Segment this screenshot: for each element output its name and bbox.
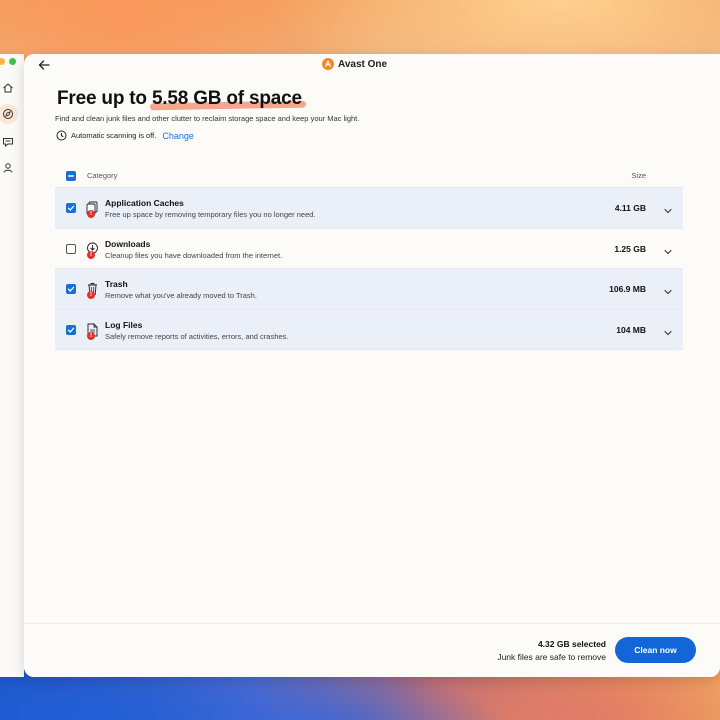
junk-category-table: Category Size ! Application Caches Free … (55, 164, 683, 350)
row-size: 1.25 GB (614, 243, 646, 254)
row-description: Remove what you've already moved to Tras… (105, 291, 257, 300)
table-header: Category Size (55, 164, 683, 188)
arrow-left-icon (38, 60, 50, 70)
avast-logo-icon (322, 58, 334, 70)
row-checkbox[interactable] (66, 284, 76, 294)
app-brand: Avast One (322, 58, 387, 70)
download-icon: ! (86, 242, 99, 259)
scan-status: Automatic scanning is off. Change (56, 130, 194, 141)
clean-now-button[interactable]: Clean now (615, 637, 696, 663)
minus-icon (68, 175, 74, 177)
change-link[interactable]: Change (162, 131, 194, 141)
checkmark-icon (67, 286, 75, 292)
table-row[interactable]: ! Application Caches Free up space by re… (55, 188, 683, 229)
title-highlight: 5.58 GB of space (151, 88, 302, 109)
minimize-window-button[interactable] (0, 58, 5, 65)
chevron-down-icon[interactable] (663, 203, 673, 214)
window-controls (0, 58, 16, 65)
trash-icon: ! (86, 282, 99, 299)
chevron-down-icon[interactable] (663, 325, 673, 335)
zoom-window-button[interactable] (9, 58, 16, 65)
scan-status-text: Automatic scanning is off. (71, 131, 157, 140)
row-title: Log Files (105, 319, 143, 330)
select-all-checkbox[interactable] (66, 171, 76, 181)
sidebar (0, 54, 24, 677)
title-bar: Avast One (24, 54, 720, 76)
back-button[interactable] (37, 58, 51, 72)
app-name: Avast One (338, 58, 388, 70)
page-subtitle: Find and clean junk files and other clut… (55, 114, 360, 123)
warning-badge-icon: ! (87, 250, 95, 259)
row-title: Downloads (105, 238, 151, 249)
home-icon[interactable] (0, 80, 16, 96)
person-icon[interactable] (0, 160, 16, 176)
safety-note: Junk files are safe to remove (497, 652, 606, 662)
compass-icon[interactable] (0, 104, 18, 124)
checkmark-icon (67, 205, 75, 211)
row-title: Application Caches (105, 198, 184, 208)
cleanup-window: Avast One Free up to 5.58 GB of space Fi… (24, 54, 720, 677)
page-title: Free up to 5.58 GB of space (57, 88, 302, 110)
row-description: Cleanup files you have downloaded from t… (105, 250, 283, 260)
log-file-icon: ! (86, 323, 99, 340)
warning-badge-icon: ! (87, 210, 95, 218)
chevron-down-icon[interactable] (663, 244, 673, 254)
warning-badge-icon: ! (87, 331, 95, 340)
row-size: 106.9 MB (609, 284, 646, 294)
row-title: Trash (105, 279, 128, 289)
column-category: Category (87, 171, 118, 180)
title-prefix: Free up to (57, 88, 147, 109)
chat-icon[interactable] (0, 134, 16, 150)
chevron-down-icon[interactable] (663, 284, 673, 295)
table-row[interactable]: ! Downloads Cleanup files you have downl… (55, 229, 683, 269)
clock-icon (56, 130, 67, 141)
row-size: 4.11 GB (614, 203, 646, 213)
row-size: 104 MB (616, 324, 646, 335)
column-size: Size (631, 171, 646, 180)
row-checkbox[interactable] (66, 203, 76, 213)
row-checkbox[interactable] (66, 324, 76, 335)
warning-badge-icon: ! (87, 291, 95, 299)
table-row[interactable]: ! Trash Remove what you've already moved… (55, 269, 683, 310)
table-row[interactable]: ! Log Files Safely remove reports of act… (55, 309, 683, 350)
checkmark-icon (67, 327, 75, 333)
row-description: Free up space by removing temporary file… (105, 210, 316, 219)
cache-icon: ! (86, 201, 99, 218)
row-description: Safely remove reports of activities, err… (105, 331, 289, 341)
footer-bar: 4.32 GB selected Junk files are safe to … (24, 623, 720, 677)
row-checkbox[interactable] (66, 243, 76, 254)
selected-total: 4.32 GB selected (537, 639, 606, 649)
